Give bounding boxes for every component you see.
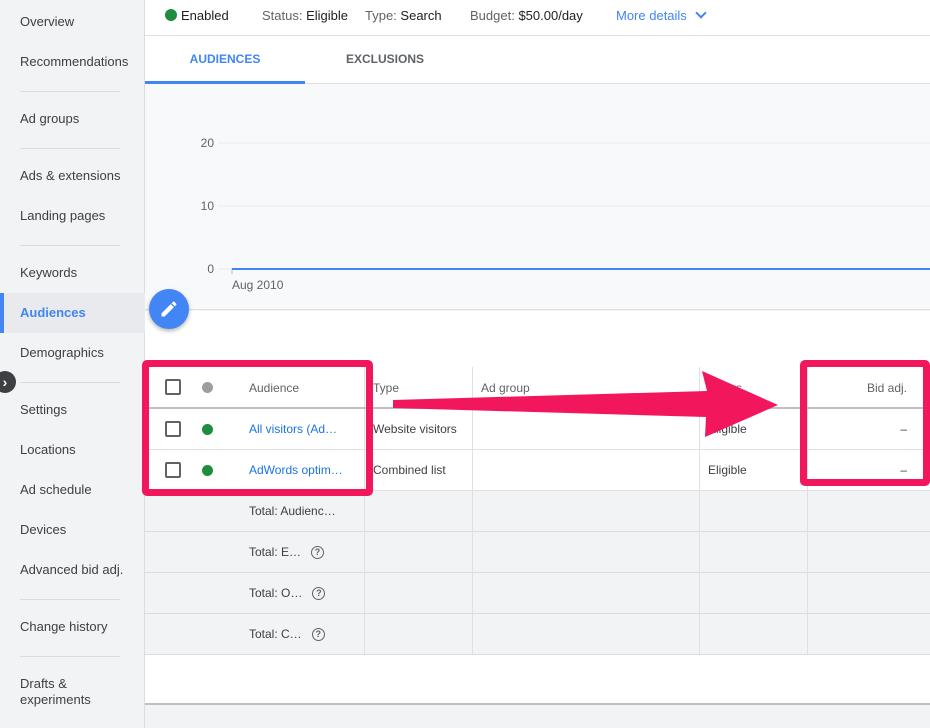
sidebar-item-ad-schedule[interactable]: Ad schedule bbox=[0, 470, 145, 510]
help-icon[interactable]: ? bbox=[312, 587, 326, 601]
column-divider bbox=[699, 409, 700, 449]
audience-ad-group bbox=[481, 450, 681, 490]
total-label: Total: O… bbox=[249, 586, 303, 600]
status-label: Status: bbox=[262, 8, 303, 23]
enabled-status-label: Enabled bbox=[181, 8, 229, 23]
tab-bar: AUDIENCES EXCLUSIONS bbox=[145, 36, 930, 84]
total-row: Total: O…? bbox=[145, 573, 930, 614]
sidebar-item-devices[interactable]: Devices bbox=[0, 510, 145, 550]
sidebar-item-locations[interactable]: Locations bbox=[0, 430, 145, 470]
column-divider bbox=[807, 614, 808, 654]
table-footer bbox=[145, 657, 930, 705]
sidebar-item-ads-extensions[interactable]: Ads & extensions bbox=[0, 156, 145, 196]
column-divider bbox=[472, 532, 473, 572]
sidebar-item-overview[interactable]: Overview bbox=[0, 2, 145, 42]
nav-divider bbox=[20, 656, 120, 657]
nav-divider bbox=[20, 148, 120, 149]
pencil-icon bbox=[161, 301, 177, 317]
audience-ad-group bbox=[481, 409, 681, 449]
table-toolbar-area bbox=[145, 311, 930, 367]
total-label-wrap: Total: O…? bbox=[249, 573, 359, 613]
column-divider bbox=[472, 450, 473, 490]
column-divider bbox=[472, 367, 473, 407]
total-label: Total: E… bbox=[249, 545, 302, 559]
column-divider bbox=[472, 614, 473, 654]
type-value: Search bbox=[400, 8, 442, 23]
y-tick-20: 20 bbox=[201, 136, 215, 150]
budget-label: Budget: bbox=[470, 8, 515, 23]
edit-button[interactable] bbox=[149, 289, 189, 329]
more-details-label: More details bbox=[616, 8, 687, 23]
type-label: Type: bbox=[365, 8, 397, 23]
x-tick-aug-2010: Aug 2010 bbox=[232, 278, 284, 292]
audience-status: Eligible bbox=[708, 422, 747, 436]
column-divider bbox=[364, 614, 365, 654]
column-divider bbox=[472, 491, 473, 531]
audience-type: Combined list bbox=[373, 463, 446, 477]
total-label-wrap: Total: E…? bbox=[249, 532, 359, 572]
header-type[interactable]: Type bbox=[373, 367, 473, 407]
help-icon[interactable]: ? bbox=[311, 546, 325, 560]
more-details-link[interactable]: More details bbox=[616, 7, 707, 23]
audience-type: Website visitors bbox=[373, 422, 457, 436]
budget-info: Budget: $50.00/day bbox=[470, 8, 583, 23]
enabled-status[interactable]: Enabled bbox=[165, 8, 229, 23]
column-divider bbox=[699, 573, 700, 613]
sidebar-item-advanced-bid-adj[interactable]: Advanced bid adj. bbox=[0, 550, 145, 590]
annotation-highlight-audience bbox=[142, 360, 373, 496]
column-divider bbox=[364, 573, 365, 613]
annotation-highlight-bid-adj bbox=[800, 360, 930, 486]
sidebar-item-keywords[interactable]: Keywords bbox=[0, 253, 145, 293]
nav-divider bbox=[20, 382, 120, 383]
column-divider bbox=[699, 532, 700, 572]
tab-exclusions[interactable]: EXCLUSIONS bbox=[305, 36, 465, 84]
nav-divider bbox=[20, 599, 120, 600]
budget-value: $50.00/day bbox=[518, 8, 583, 23]
sidebar-item-landing-pages[interactable]: Landing pages bbox=[0, 196, 145, 236]
status-value: Eligible bbox=[306, 8, 349, 23]
sidebar-item-settings[interactable]: Settings bbox=[0, 390, 145, 430]
total-label-wrap: Total: C…? bbox=[249, 614, 359, 654]
help-icon[interactable]: ? bbox=[311, 628, 325, 642]
sidebar-item-ad-groups[interactable]: Ad groups bbox=[0, 99, 145, 139]
audience-status: Eligible bbox=[708, 463, 747, 477]
y-tick-0: 0 bbox=[207, 262, 214, 276]
performance-chart: 20 10 0 Aug 2010 bbox=[145, 84, 930, 310]
column-divider bbox=[472, 573, 473, 613]
nav-divider bbox=[20, 91, 120, 92]
sidebar-item-change-history[interactable]: Change history bbox=[0, 607, 145, 647]
column-divider bbox=[472, 409, 473, 449]
column-divider bbox=[699, 491, 700, 531]
column-divider bbox=[699, 367, 700, 407]
column-divider bbox=[364, 491, 365, 531]
header-status[interactable]: Status bbox=[708, 367, 798, 407]
sidebar-item-drafts-experiments[interactable]: Drafts & experiments bbox=[0, 672, 110, 712]
tab-audiences[interactable]: AUDIENCES bbox=[145, 36, 305, 84]
total-row: Total: Audienc… bbox=[145, 491, 930, 532]
total-label: Total: C… bbox=[249, 627, 302, 641]
column-divider bbox=[699, 450, 700, 490]
total-label: Total: Audienc… bbox=[249, 504, 336, 518]
sidebar-item-audiences[interactable]: Audiences bbox=[0, 293, 145, 333]
sidebar-nav: Overview Recommendations Ad groups Ads &… bbox=[0, 0, 145, 728]
y-tick-10: 10 bbox=[201, 199, 215, 213]
enabled-status-icon bbox=[165, 9, 177, 21]
chevron-down-icon bbox=[695, 7, 707, 19]
column-divider bbox=[699, 614, 700, 654]
header-ad-group[interactable]: Ad group bbox=[481, 367, 681, 407]
status-info: Status: Eligible bbox=[262, 8, 348, 23]
chart-svg: 20 10 0 Aug 2010 bbox=[201, 136, 930, 292]
column-divider bbox=[364, 532, 365, 572]
campaign-summary-bar: Enabled Status: Eligible Type: Search Bu… bbox=[145, 0, 930, 36]
sidebar-item-demographics[interactable]: Demographics bbox=[0, 333, 145, 373]
column-divider bbox=[807, 532, 808, 572]
type-info: Type: Search bbox=[365, 8, 442, 23]
column-divider bbox=[807, 573, 808, 613]
sidebar-item-recommendations[interactable]: Recommendations bbox=[0, 42, 145, 82]
column-divider bbox=[807, 491, 808, 531]
total-row: Total: C…? bbox=[145, 614, 930, 655]
total-row: Total: E…? bbox=[145, 532, 930, 573]
nav-divider bbox=[20, 245, 120, 246]
